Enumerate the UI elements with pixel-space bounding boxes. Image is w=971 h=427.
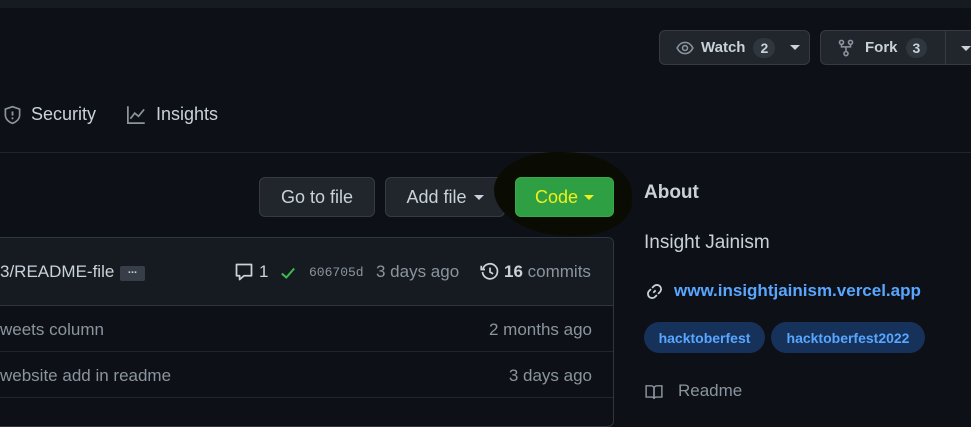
top-header-bar xyxy=(0,0,971,8)
commit-time: 3 days ago xyxy=(376,262,460,281)
file-row-time: 2 months ago xyxy=(488,320,592,339)
file-row-divider xyxy=(0,397,613,398)
topic-tag[interactable]: hacktoberfest2022 xyxy=(771,322,925,353)
comment-icon[interactable] xyxy=(234,262,254,282)
check-icon[interactable] xyxy=(279,264,297,282)
tab-security-label: Security xyxy=(31,104,97,124)
about-description: Insight Jainism xyxy=(644,232,770,253)
fork-count: 3 xyxy=(905,37,928,58)
fork-label: Fork xyxy=(865,39,898,56)
code-label: Code xyxy=(534,186,579,207)
eye-icon xyxy=(676,41,694,54)
watch-button[interactable]: Watch 2 xyxy=(659,30,810,65)
tab-insights[interactable]: Insights xyxy=(125,104,218,125)
code-button[interactable]: Code xyxy=(515,177,614,217)
history-icon[interactable] xyxy=(480,262,500,282)
topic-tag[interactable]: hacktoberfest xyxy=(644,322,765,353)
commit-sha[interactable]: 606705d xyxy=(309,265,364,280)
fork-icon xyxy=(838,39,854,56)
file-row-commit-message[interactable]: weets column xyxy=(0,320,104,340)
file-row-commit-message[interactable]: website add in readme xyxy=(0,366,171,386)
graph-icon xyxy=(127,105,145,124)
comment-count[interactable]: 1 xyxy=(259,262,268,282)
go-to-file-button[interactable]: Go to file xyxy=(259,177,375,217)
watch-dropdown-icon[interactable] xyxy=(790,45,801,50)
commits-label: commits xyxy=(527,262,591,281)
add-file-button[interactable]: Add file xyxy=(385,177,505,217)
topic-tag-label: hacktoberfest xyxy=(658,329,751,346)
code-dropdown-icon xyxy=(584,194,595,200)
book-icon xyxy=(645,385,663,400)
website-link[interactable]: www.insightjainism.vercel.app xyxy=(674,281,921,301)
tab-insights-label: Insights xyxy=(156,104,219,124)
watch-label: Watch xyxy=(701,39,746,56)
fork-button[interactable]: Fork 3 xyxy=(820,30,971,65)
link-icon xyxy=(647,284,662,299)
go-to-file-label: Go to file xyxy=(280,186,354,207)
watch-count: 2 xyxy=(753,37,776,58)
fork-dropdown-icon[interactable] xyxy=(961,46,971,51)
readme-link[interactable]: Readme xyxy=(678,381,742,401)
file-row-divider xyxy=(0,351,613,352)
latest-commit-message[interactable]: 3/README-file xyxy=(0,262,114,282)
tab-security[interactable]: Security xyxy=(3,104,96,125)
file-row-time: 3 days ago xyxy=(508,366,592,385)
add-file-dropdown-icon xyxy=(473,194,484,200)
commit-count: 16 xyxy=(504,262,523,281)
expand-commit-button[interactable]: ... xyxy=(120,265,145,281)
commits-link[interactable]: 16 commits xyxy=(504,262,591,282)
topic-tag-label: hacktoberfest2022 xyxy=(786,329,910,346)
shield-icon xyxy=(4,105,21,124)
tabs-divider xyxy=(0,152,971,153)
fork-divider xyxy=(945,31,946,64)
add-file-label: Add file xyxy=(406,186,467,207)
about-heading: About xyxy=(644,182,699,203)
